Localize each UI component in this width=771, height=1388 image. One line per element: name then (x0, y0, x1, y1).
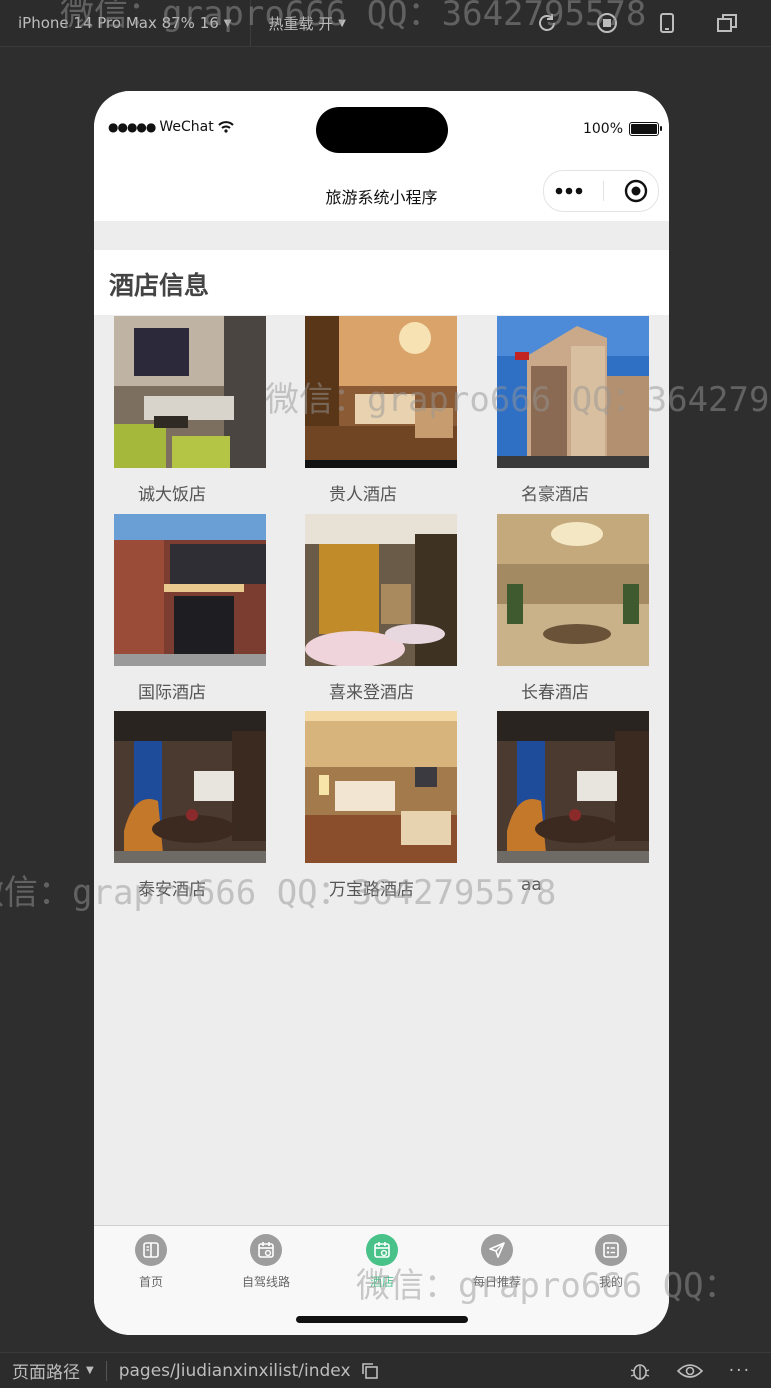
phone-simulator: ●●●●● WeChat 100% 旅游系统小程序 酒店信息 诚大饭店 贵人酒店… (94, 91, 669, 1335)
hot-reload-label: 热重载 开 (268, 14, 334, 33)
hotel-card[interactable]: 泰安酒店 (114, 711, 266, 900)
home-indicator (296, 1316, 468, 1323)
section-header: 酒店信息 (94, 250, 669, 315)
hot-reload-toggle[interactable]: 热重载 开 ▼ (251, 0, 364, 46)
hotel-card[interactable]: 长春酒店 (497, 514, 649, 703)
bug-icon[interactable] (629, 1360, 651, 1382)
device-selector[interactable]: iPhone 14 Pro Max 87% 16 ▼ (0, 0, 250, 46)
carrier-name: WeChat (159, 119, 214, 135)
list-icon (595, 1234, 627, 1266)
tab-label: 自驾线路 (241, 1275, 290, 1289)
copy-icon[interactable] (361, 1362, 379, 1380)
refresh-icon[interactable] (527, 10, 567, 36)
hotel-card[interactable]: 国际酒店 (114, 514, 266, 703)
calendar-icon (366, 1234, 398, 1266)
hotel-card[interactable]: aa (497, 711, 649, 895)
tab-label: 首页 (138, 1275, 163, 1289)
path-divider (105, 1360, 107, 1381)
hotel-card[interactable]: 万宝路酒店 (305, 711, 457, 900)
send-icon (481, 1234, 513, 1266)
tab-self-drive-routes[interactable]: 自驾线路 (221, 1234, 311, 1290)
hotel-name: 长春酒店 (521, 683, 589, 703)
page-path-selector[interactable]: 页面路径 ▼ (0, 1358, 94, 1383)
dynamic-island (316, 107, 448, 153)
hotel-image (114, 711, 266, 863)
status-bar: ●●●●● WeChat 100% (94, 91, 669, 169)
tab-label: 酒店 (369, 1275, 394, 1289)
ide-status-bar: 页面路径 ▼ pages/Jiudianxinxilist/index ··· (0, 1352, 771, 1388)
more-options-icon[interactable]: ··· (729, 1361, 751, 1381)
window-icon[interactable] (707, 10, 747, 36)
hotel-image (497, 514, 649, 666)
book-icon (135, 1234, 167, 1266)
battery-status: 100% (582, 121, 662, 137)
tab-hotel[interactable]: 酒店 (337, 1234, 427, 1290)
tab-mine[interactable]: 我的 (566, 1234, 656, 1290)
battery-percent: 100% (582, 121, 623, 137)
more-icon[interactable] (554, 186, 584, 196)
hotel-name: 国际酒店 (138, 683, 206, 703)
hotel-image (305, 711, 457, 863)
menu-capsule (543, 170, 659, 212)
hotel-card[interactable]: 名豪酒店 (497, 316, 649, 505)
ide-toolbar: iPhone 14 Pro Max 87% 16 ▼ 热重载 开 ▼ (0, 0, 771, 47)
hotel-card[interactable]: 贵人酒店 (305, 316, 457, 505)
hotel-name: 贵人酒店 (329, 485, 397, 505)
battery-icon (629, 122, 662, 136)
hotel-card[interactable]: 喜来登酒店 (305, 514, 457, 703)
close-mini-program-icon[interactable] (624, 179, 648, 203)
hotel-image (497, 711, 649, 863)
signal-icon: ●●●●● (108, 120, 156, 134)
hotel-image (305, 316, 457, 468)
chevron-down-icon: ▼ (86, 1365, 94, 1376)
hotel-image (497, 316, 649, 468)
tab-daily-recommend[interactable]: 每日推荐 (452, 1234, 542, 1290)
nav-bar: 旅游系统小程序 (94, 169, 669, 221)
hotel-image (114, 514, 266, 666)
tab-label: 我的 (598, 1275, 623, 1289)
hotel-image (114, 316, 266, 468)
tab-home[interactable]: 首页 (106, 1234, 196, 1290)
wifi-icon (218, 121, 234, 133)
calendar-icon (250, 1234, 282, 1266)
hotel-name: 喜来登酒店 (329, 683, 414, 703)
hotel-name: 泰安酒店 (138, 880, 206, 900)
page-path-label: 页面路径 (12, 1363, 80, 1383)
hotel-name: 诚大饭店 (138, 485, 206, 505)
device-label: iPhone 14 Pro Max 87% 16 (18, 14, 219, 32)
hotel-name: 名豪酒店 (521, 485, 589, 505)
tab-bar: 首页 自驾线路 酒店 每日推荐 我的 (94, 1225, 669, 1335)
eye-icon[interactable] (676, 1362, 703, 1380)
hotel-name: 万宝路酒店 (329, 880, 414, 900)
hotel-image (305, 514, 457, 666)
chevron-down-icon: ▼ (338, 17, 346, 29)
capsule-divider (603, 181, 605, 201)
tab-label: 每日推荐 (472, 1275, 521, 1289)
phone-icon[interactable] (647, 10, 687, 36)
page-path-value: pages/Jiudianxinxilist/index (118, 1360, 351, 1381)
hotel-name: aa (521, 875, 542, 895)
chevron-down-icon: ▼ (223, 17, 232, 29)
section-title: 酒店信息 (109, 271, 210, 300)
stop-icon[interactable] (587, 10, 627, 36)
carrier-info: ●●●●● WeChat (108, 119, 234, 135)
hotel-card[interactable]: 诚大饭店 (114, 316, 266, 505)
